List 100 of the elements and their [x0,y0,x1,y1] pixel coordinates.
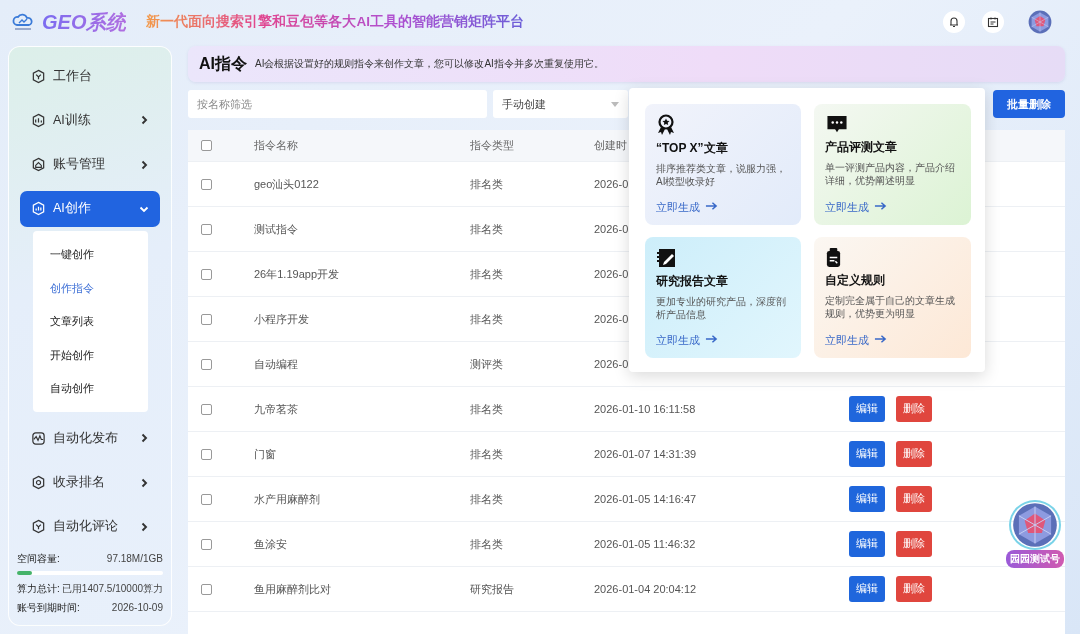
storage-value: 97.18M/1GB [106,553,163,565]
edit-button[interactable]: 编辑 [849,396,885,422]
delete-button[interactable]: 删除 [896,531,932,557]
type-cell: 排名类 [470,176,503,192]
card-title: 产品评测文章 [825,139,898,156]
template-card[interactable]: 产品评测文章 单一评测产品内容，产品介绍详细，优势阐述明显 立即生成 [814,104,971,225]
nav-icon [31,157,46,173]
date-cell: 2026-01-10 16:11:58 [594,403,696,415]
edit-button[interactable]: 编辑 [849,576,885,602]
arrow-right-icon [705,201,718,211]
bell-icon[interactable] [943,11,965,33]
storage-label: 空间容量: [17,551,60,566]
page-title: AI指令 [199,53,247,74]
message-icon[interactable] [982,11,1004,33]
date-cell: 2026-0 [594,268,629,280]
batch-delete-button[interactable]: 批量删除 [993,90,1065,118]
edit-button[interactable]: 编辑 [849,441,885,467]
generate-link[interactable]: 立即生成 [825,334,887,348]
name-cell: 鱼涂安 [254,536,287,552]
template-card[interactable]: “TOP X”文章 排序推荐类文章，说服力强，AI模型收录好 立即生成 [645,104,801,225]
date-cell: 2026-0 [594,313,629,325]
generate-link[interactable]: 立即生成 [825,201,887,215]
nav-item[interactable]: AI创作 [20,190,160,227]
compute-value: 已用1407.5/10000算力 [61,581,163,596]
name-cell: 门窗 [254,446,276,462]
card-title: 自定义规则 [825,272,886,289]
delete-button[interactable]: 删除 [896,486,932,512]
row-checkbox[interactable] [201,538,212,550]
expiry-label: 账号到期时间: [17,600,80,615]
name-cell: 九帝茗茶 [254,401,298,417]
arrow-right-icon [874,334,887,344]
row-checkbox[interactable] [201,583,212,595]
nav-item[interactable]: 收录排名 [20,464,160,501]
notebook-icon [656,247,678,269]
nav-item[interactable]: 工作台 [20,58,160,95]
nav-item[interactable]: 自动化评论 [20,508,160,546]
select-all-checkbox[interactable] [201,140,212,151]
row-checkbox[interactable] [201,493,212,505]
edit-button[interactable]: 编辑 [849,531,885,557]
expiry-value: 2026-10-09 [111,602,163,614]
search-field[interactable]: 按名称筛选 [188,90,487,118]
nav-icon [31,431,46,446]
date-cell: 2026-01-05 14:16:47 [594,493,697,505]
row-checkbox[interactable] [201,448,212,460]
date-cell: 2026-0 [594,178,629,190]
type-select[interactable]: 手动创建 [493,90,628,118]
delete-button[interactable]: 删除 [896,441,932,467]
nav-label: AI创作 [53,200,92,218]
assistant-avatar-icon[interactable] [1011,502,1059,548]
type-cell: 排名类 [470,266,503,282]
delete-button[interactable]: 删除 [896,576,932,602]
nav-icon [31,475,46,491]
row-checkbox[interactable] [201,358,212,370]
submenu-item[interactable]: 创作指令 [33,271,148,305]
nav-icon [31,68,46,84]
arrow-right-icon [874,201,887,211]
row-checkbox[interactable] [201,313,212,325]
edit-button[interactable]: 编辑 [849,486,885,512]
nav-label: AI训练 [53,111,92,129]
row-checkbox[interactable] [201,223,212,235]
name-cell: 小程序开发 [254,311,309,327]
card-description: 单一评测产品内容，产品介绍详细，优势阐述明显 [825,161,956,188]
name-cell: 测试指令 [254,221,298,237]
row-checkbox[interactable] [201,268,212,280]
type-cell: 排名类 [470,401,503,417]
nav-label: 自动化发布 [53,430,119,447]
nav-item[interactable]: 账号管理 [20,146,160,183]
name-cell: 水产用麻醉剂 [254,491,320,507]
nav-label: 账号管理 [53,156,106,174]
date-cell: 2026-0 [594,223,629,235]
card-description: 更加专业的研究产品，深度剖析产品信息 [656,295,787,322]
generate-link[interactable]: 立即生成 [656,201,718,215]
submenu-item[interactable]: 一键创作 [33,237,148,272]
template-card[interactable]: 研究报告文章 更加专业的研究产品，深度剖析产品信息 立即生成 [645,237,801,358]
nav-item[interactable]: AI训练 [20,102,160,139]
avatar-icon[interactable] [1028,10,1052,34]
tagline: 新一代面向搜索引擎和豆包等各大AI工具的智能营销矩阵平台 [146,13,524,31]
template-card[interactable]: 自定义规则 定制完全属于自己的文章生成规则，优势更为明显 立即生成 [814,237,971,358]
column-header: 指令名称 [254,138,298,153]
clipboard-icon [825,247,842,268]
card-description: 定制完全属于自己的文章生成规则，优势更为明显 [825,294,956,321]
type-cell: 测评类 [470,356,503,372]
submenu-item[interactable]: 自动创作 [33,371,148,406]
date-cell: 2026-0 [594,358,629,370]
card-title: “TOP X”文章 [656,140,729,157]
compute-label: 算力总计: [17,581,60,596]
nav-icon [31,112,46,128]
row-checkbox[interactable] [201,178,212,190]
type-cell: 排名类 [470,446,503,462]
assistant-label[interactable]: 园园测试号 [1006,550,1064,568]
submenu-item[interactable]: 开始创作 [33,338,148,372]
row-checkbox[interactable] [201,403,212,415]
submenu-item[interactable]: 文章列表 [33,304,148,339]
nav-item[interactable]: 自动化发布 [20,420,160,457]
delete-button[interactable]: 删除 [896,396,932,422]
generate-link[interactable]: 立即生成 [656,334,718,348]
name-cell: 26年1.19app开发 [254,266,339,282]
arrow-right-icon [705,334,718,344]
page-description: AI会根据设置好的规则指令来创作文章，您可以修改AI指令并多次重复使用它。 [255,57,604,71]
card-description: 排序推荐类文章，说服力强，AI模型收录好 [656,162,787,189]
